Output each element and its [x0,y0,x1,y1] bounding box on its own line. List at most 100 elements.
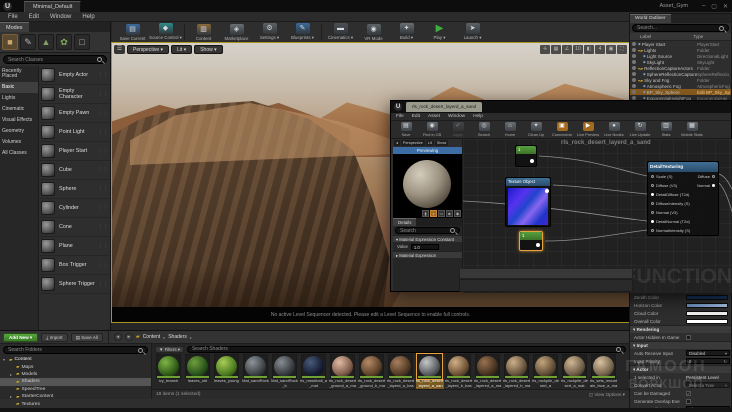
folder-models[interactable]: ▸ ▰ Models [0,371,151,378]
outliner-col-label[interactable]: Label [640,34,651,39]
content-button[interactable]: ▥ Content [187,23,220,41]
output-pin[interactable] [545,189,549,193]
visibility-eye-icon[interactable] [632,72,636,76]
breadcrumb-content[interactable]: Content [143,334,161,340]
drag-handle-icon[interactable]: ⋮⋮ [98,129,108,135]
input-pin[interactable] [651,220,654,223]
section-material-expression-constant[interactable]: ▾ Material Expression Constant [393,235,462,242]
placeable-empty-character[interactable]: Empty Character ⋮⋮ [39,85,110,104]
search-folders-input[interactable]: Search Folders [3,346,148,354]
drag-handle-icon[interactable]: ⋮⋮ [98,91,108,97]
mat-live-preview-button[interactable]: ▶ Live Preview [575,122,601,137]
spin-input[interactable]: 0 ↻ [686,358,730,364]
folder-textures[interactable]: ▰ Textures [0,400,151,407]
asset-rls_meshball_a_mat[interactable]: rls_meshball_a_mat [299,353,328,389]
save-button[interactable]: ▤ Save Current [116,23,149,41]
input-pin[interactable] [651,193,654,196]
category-all-classes[interactable]: All Classes [0,148,38,159]
placeable-player-start[interactable]: Player Start ⋮⋮ [39,142,110,161]
folder-content[interactable]: ▾ ▰ Content [0,356,151,363]
breadcrumb-shaders[interactable]: Shaders [168,334,187,340]
outliner-row-sky-and-fog[interactable]: ▾▰ Sky and Fog Folder [630,77,731,83]
menu-help[interactable]: Help [82,14,94,20]
menu-file[interactable]: File [8,14,18,20]
asset-rls_rock_desert_ground_a_mat[interactable]: rls_rock_desert_ground_a_mat [328,353,357,389]
input-pin[interactable] [651,175,654,178]
settings-button[interactable]: ⚙ Settings ▾ [253,23,286,41]
dropdown[interactable]: Select a Type ▾ [686,382,730,388]
market-button[interactable]: ◈ Marketplace [220,23,253,41]
search-classes-input[interactable]: Search Classes [3,55,107,64]
cine-button[interactable]: ▬ Cinematics ▾ [324,23,357,41]
category-basic[interactable]: Basic [0,82,38,93]
mat-menu-edit[interactable]: Edit [412,114,420,119]
input-pin[interactable] [651,229,654,232]
category-geometry[interactable]: Geometry [0,126,38,137]
category-volumes[interactable]: Volumes [0,137,38,148]
preview-perspective-button[interactable]: Perspective [400,140,425,146]
preview-show-button[interactable]: Show [434,140,449,146]
dropdown[interactable]: Disabled ▾ [686,350,730,356]
output-pin[interactable] [712,184,715,187]
viewport-corner-icon-4[interactable]: ◧ [584,45,594,54]
drag-handle-icon[interactable]: ⋮⋮ [98,186,108,192]
placeable-empty-actor[interactable]: Empty Actor ⋮⋮ [39,66,110,85]
category-cinematic[interactable]: Cinematic [0,104,38,115]
mat-live-update-button[interactable]: ↻ Live Update [627,122,653,137]
folder-speedtree[interactable]: ▰ SpeedTree [0,386,151,393]
drag-handle-icon[interactable]: ⋮⋮ [98,243,108,249]
color-swatch[interactable] [686,318,728,324]
section-material-expression[interactable]: ▸ Material Expression [393,251,462,258]
preview-shape-plane-button[interactable]: ▭ [438,210,445,217]
launch-button[interactable]: ➤ Launch ▾ [456,23,489,41]
placeable-cone[interactable]: Cone ⋮⋮ [39,218,110,237]
mat-find-in-cb-button[interactable]: ◉ Find in CB [419,122,445,137]
landscape-mode-icon[interactable]: ▲ [38,34,54,50]
tab-details[interactable]: Details [393,218,417,226]
visibility-eye-icon[interactable] [632,78,636,82]
section-input[interactable]: ▾ Input [630,341,731,349]
viewport-corner-icon-6[interactable]: ▣ [606,45,616,54]
placeable-plane[interactable]: Plane ⋮⋮ [39,237,110,256]
drag-handle-icon[interactable]: ⋮⋮ [98,110,108,116]
outliner-row-player-start[interactable]: ◆ Player Start PlayerStart [630,41,731,47]
visibility-eye-icon[interactable] [632,66,636,70]
mat-menu-window[interactable]: Window [448,114,465,119]
search-assets-input[interactable]: Search Shaders [186,345,626,353]
minimize-icon[interactable]: – [702,3,705,10]
asset-rls_rockpile_desert_a_mat[interactable]: rls_rockpile_desert_a_mat [560,353,589,389]
outliner-search-input[interactable]: Search... [632,24,729,32]
mat-menu-file[interactable]: File [396,114,404,119]
material-details-search[interactable]: Search [395,227,460,234]
outliner-col-type[interactable]: Type [693,34,703,39]
save-all-button[interactable]: ▤ Save All [70,332,103,342]
folder-startercontent[interactable]: ▸ ▰ StarterContent [0,393,151,400]
mat-apply-button[interactable]: ✔ Apply [445,122,471,137]
material-preview-viewport[interactable]: ▮ ● ▭ ■ ◆ [393,154,462,218]
viewport-corner-icon-1[interactable]: ▦ [551,45,561,54]
mat-live-nodes-button[interactable]: ● Live Nodes [601,122,627,137]
tab-modes[interactable]: Modes [0,22,29,32]
asset-Mat_sandRock_b[interactable]: Mat_sandRock_b [270,353,299,389]
paint-mode-icon[interactable]: ✎ [20,34,36,50]
mat-menu-asset[interactable]: Asset [428,114,440,119]
placeable-cube[interactable]: Cube ⋮⋮ [39,161,110,180]
play-button[interactable]: ▶ Play ▾ [423,23,456,41]
constant-node-2-selected[interactable]: 1 [519,231,543,251]
drag-handle-icon[interactable]: ⋮⋮ [98,224,108,230]
visibility-eye-icon[interactable] [632,84,636,88]
folder-maps[interactable]: ▰ Maps [0,363,151,370]
texture-object-node[interactable]: Texture Object [505,177,551,227]
mat-menu-help[interactable]: Help [473,114,483,119]
placeable-point-light[interactable]: Point Light ⋮⋮ [39,123,110,142]
mat-home-button[interactable]: ⌂ Home [497,122,523,137]
drag-handle-icon[interactable]: ⋮⋮ [98,281,108,287]
menu-edit[interactable]: Edit [29,14,39,20]
mat-mobile-stats-button[interactable]: ▦ Mobile Stats [679,122,705,137]
bp-button[interactable]: ✎ Blueprints ▾ [286,23,319,41]
preview-shape-sphere-button[interactable]: ● [430,210,437,217]
placeable-sphere-trigger[interactable]: Sphere Trigger ⋮⋮ [39,275,110,294]
category-recently-placed[interactable]: Recently Placed [0,66,38,82]
mat-stats-button[interactable]: ▥ Stats [653,122,679,137]
source-button[interactable]: ◆ Source Control ▾ [149,23,182,41]
